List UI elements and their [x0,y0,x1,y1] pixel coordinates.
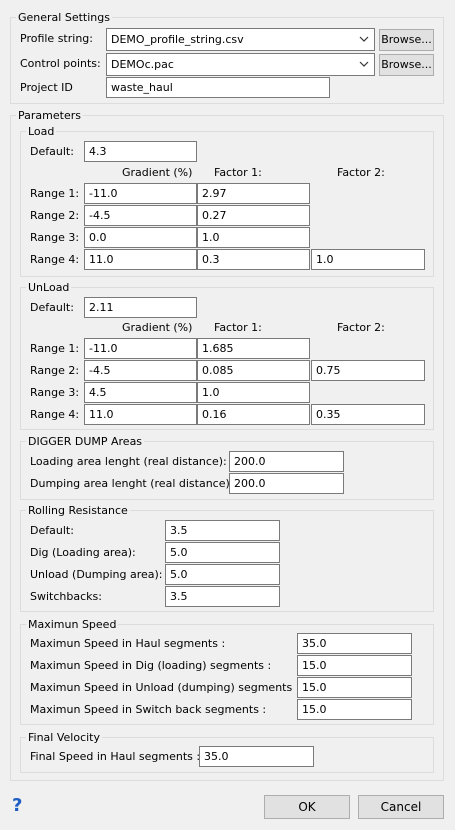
load-range-4-gradient-input[interactable]: 11.0 [84,249,197,270]
rolling-unload-label: Unload (Dumping area): [30,568,163,581]
unload-range-2-gradient-input[interactable]: -4.5 [84,360,197,381]
unload-range-label: Range 1: [30,342,80,355]
profile-string-combo[interactable]: DEMO_profile_string.csv [106,28,375,51]
load-col-factor1: Factor 1: [214,166,262,179]
speed-dig-label: Maximun Speed in Dig (loading) segments … [30,659,272,672]
chevron-down-icon [359,36,369,42]
rolling-dig-label: Dig (Loading area): [30,546,136,559]
speed-dig-input[interactable]: 15.0 [297,655,412,676]
speed-unload-label: Maximun Speed in Unload (dumping) segmen… [30,681,300,694]
unload-title: UnLoad [26,281,72,294]
unload-col-gradient: Gradient (%) [122,321,193,334]
areas-group [20,441,434,500]
control-points-combo[interactable]: DEMOc.pac [106,53,375,76]
profile-string-label: Profile string: [20,32,93,45]
unload-range-4-factor1-input[interactable]: 0.16 [197,404,310,425]
speed-title: Maximun Speed [26,618,119,631]
parameters-title: Parameters [16,109,83,122]
unload-default-input[interactable]: 2.11 [84,297,197,318]
browse-profile-button[interactable]: Browse... [379,29,434,51]
load-range-label: Range 3: [30,231,80,244]
profile-string-value: DEMO_profile_string.csv [111,33,244,46]
rolling-unload-input[interactable]: 5.0 [165,564,280,585]
loading-length-input[interactable]: 200.0 [229,451,344,472]
dumping-length-label: Dumping area lenght (real distance): [30,477,234,490]
load-default-input[interactable]: 4.3 [84,141,197,162]
control-points-label: Control points: [20,57,101,70]
unload-range-2-factor1-input[interactable]: 0.085 [197,360,310,381]
final-haul-input[interactable]: 35.0 [199,746,314,767]
load-title: Load [26,125,57,138]
load-range-3-gradient-input[interactable]: 0.0 [84,227,197,248]
final-haul-label: Final Speed in Haul segments : [30,750,201,763]
load-default-label: Default: [30,145,74,158]
load-range-label: Range 1: [30,187,80,200]
speed-switch-input[interactable]: 15.0 [297,699,412,720]
dumping-length-input[interactable]: 200.0 [229,473,344,494]
load-range-label: Range 4: [30,253,80,266]
loading-length-label: Loading area lenght (real distance): [30,455,227,468]
rolling-dig-input[interactable]: 5.0 [165,542,280,563]
unload-range-3-gradient-input[interactable]: 4.5 [84,382,197,403]
speed-switch-label: Maximun Speed in Switch back segments : [30,703,267,716]
rolling-switch-label: Switchbacks: [30,590,102,603]
unload-default-label: Default: [30,301,74,314]
unload-range-label: Range 4: [30,408,80,421]
speed-haul-label: Maximun Speed in Haul segments : [30,637,226,650]
unload-col-factor1: Factor 1: [214,321,262,334]
load-range-1-gradient-input[interactable]: -11.0 [84,183,197,204]
load-range-1-factor1-input[interactable]: 2.97 [197,183,310,204]
unload-range-1-factor1-input[interactable]: 1.685 [197,338,310,359]
unload-range-3-factor1-input[interactable]: 1.0 [197,382,310,403]
cancel-button[interactable]: Cancel [358,795,444,819]
project-id-label: Project ID [20,81,73,94]
load-range-2-gradient-input[interactable]: -4.5 [84,205,197,226]
load-col-gradient: Gradient (%) [122,166,193,179]
unload-range-2-factor2-input[interactable]: 0.75 [311,360,425,381]
general-settings-title: General Settings [16,11,112,24]
speed-haul-input[interactable]: 35.0 [297,633,412,654]
control-points-value: DEMOc.pac [111,58,174,71]
browse-control-button[interactable]: Browse... [379,54,434,76]
load-range-label: Range 2: [30,209,80,222]
load-range-2-factor1-input[interactable]: 0.27 [197,205,310,226]
areas-title: DIGGER DUMP Areas [26,435,145,448]
project-id-input[interactable]: waste_haul [106,77,330,98]
unload-range-label: Range 3: [30,386,80,399]
rolling-title: Rolling Resistance [26,504,130,517]
speed-unload-input[interactable]: 15.0 [297,677,412,698]
unload-col-factor2: Factor 2: [337,321,385,334]
unload-range-1-gradient-input[interactable]: -11.0 [84,338,197,359]
rolling-default-label: Default: [30,524,74,537]
load-range-4-factor1-input[interactable]: 0.3 [197,249,310,270]
load-range-4-factor2-input[interactable]: 1.0 [311,249,425,270]
unload-range-4-gradient-input[interactable]: 11.0 [84,404,197,425]
load-range-3-factor1-input[interactable]: 1.0 [197,227,310,248]
chevron-down-icon [359,61,369,67]
final-title: Final Velocity [26,731,102,744]
rolling-default-input[interactable]: 3.5 [165,520,280,541]
load-col-factor2: Factor 2: [337,166,385,179]
unload-range-4-factor2-input[interactable]: 0.35 [311,404,425,425]
help-icon[interactable]: ? [12,796,28,816]
unload-range-label: Range 2: [30,364,80,377]
rolling-switch-input[interactable]: 3.5 [165,586,280,607]
ok-button[interactable]: OK [264,795,350,819]
